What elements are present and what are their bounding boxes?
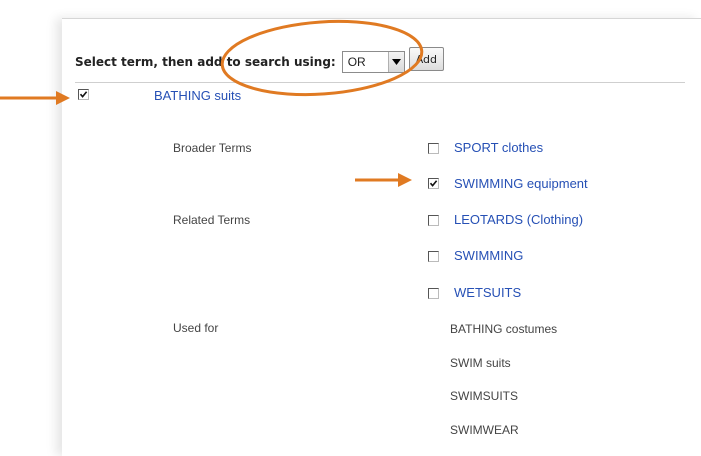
add-button[interactable]: Add — [408, 47, 445, 71]
used-for-item: SWIM suits — [450, 356, 511, 370]
toolbar-label: Select term, then add to search using: — [75, 55, 336, 69]
arrow-right-icon — [0, 91, 70, 105]
broader-terms-label: Broader Terms — [173, 141, 252, 155]
related-terms-label: Related Terms — [173, 213, 251, 227]
related-term-checkbox[interactable] — [428, 251, 439, 262]
operator-select-value: OR — [347, 55, 366, 69]
broader-term-checkbox[interactable] — [428, 143, 439, 154]
search-toolbar: Select term, then add to search using: O… — [75, 42, 685, 83]
used-for-item: SWIMWEAR — [450, 423, 519, 437]
checkmark-icon — [429, 180, 438, 187]
used-for-item: SWIMSUITS — [450, 389, 518, 403]
related-term-link[interactable]: SWIMMING — [454, 248, 523, 263]
related-term-checkbox[interactable] — [428, 288, 439, 299]
checkmark-icon — [79, 91, 88, 98]
related-term-checkbox[interactable] — [428, 215, 439, 226]
broader-term-checkbox[interactable] — [428, 178, 439, 189]
used-for-label: Used for — [173, 321, 219, 335]
used-for-item: BATHING costumes — [450, 322, 558, 336]
broader-term-link[interactable]: SPORT clothes — [454, 140, 543, 155]
top-divider — [62, 18, 701, 19]
operator-select[interactable]: OR — [341, 51, 405, 73]
chevron-down-icon[interactable] — [387, 52, 404, 72]
related-term-link[interactable]: WETSUITS — [454, 285, 521, 300]
related-term-link[interactable]: LEOTARDS (Clothing) — [454, 212, 583, 227]
broader-term-link[interactable]: SWIMMING equipment — [454, 176, 588, 191]
thesaurus-panel: Select term, then add to search using: O… — [62, 18, 701, 456]
term-checkbox[interactable] — [78, 89, 89, 100]
term-link[interactable]: BATHING suits — [154, 88, 241, 103]
